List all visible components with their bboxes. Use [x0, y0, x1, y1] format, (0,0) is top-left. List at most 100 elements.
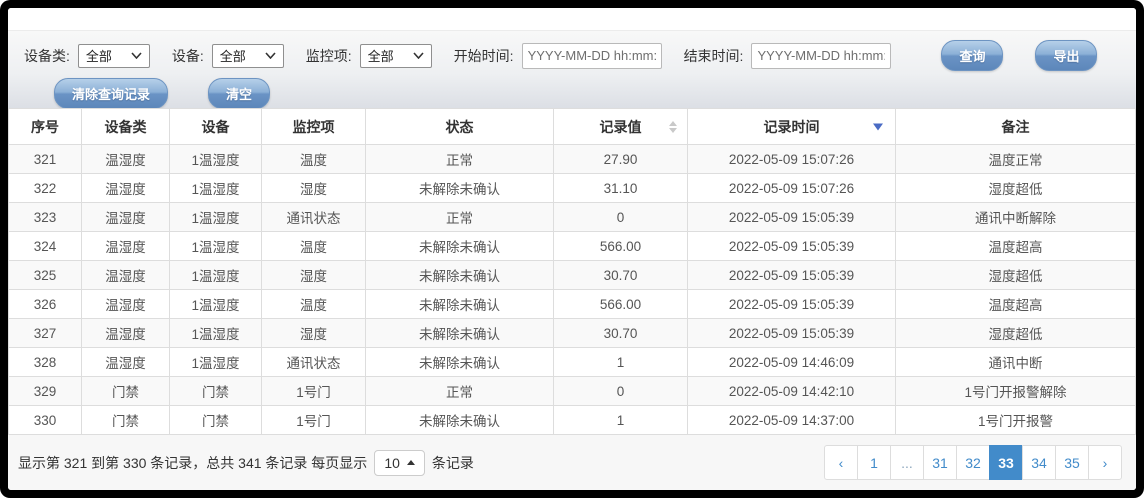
- page-next-button[interactable]: ›: [1088, 445, 1122, 480]
- table-cell: 正常: [366, 145, 554, 174]
- table-cell: 未解除未确认: [366, 406, 554, 435]
- table-row[interactable]: 325温湿度1温湿度湿度未解除未确认30.702022-05-09 15:05:…: [9, 261, 1136, 290]
- filter-bar: 设备类: 全部 设备: 全部 监控项: 全部 开始时间: 结束时间:: [8, 30, 1136, 108]
- table-cell: 326: [9, 290, 82, 319]
- table-cell: 门禁: [82, 406, 170, 435]
- table-cell: 1号门: [262, 406, 366, 435]
- table-cell: 566.00: [554, 290, 688, 319]
- footer-bar: 显示第 321 到第 330 条记录，总共 341 条记录 每页显示 10 条记…: [8, 435, 1136, 490]
- column-header-record-time[interactable]: 记录时间: [688, 109, 896, 145]
- device-select[interactable]: 全部: [212, 44, 284, 68]
- table-cell: 1温湿度: [170, 145, 262, 174]
- device-value: 全部: [220, 46, 246, 65]
- table-cell: 未解除未确认: [366, 261, 554, 290]
- table-cell: 566.00: [554, 232, 688, 261]
- monitor-item-value: 全部: [368, 46, 394, 65]
- records-table: 序号 设备类 设备 监控项 状态 记录值 记录时间 备注 321温湿: [8, 108, 1136, 435]
- table-row[interactable]: 321温湿度1温湿度温度正常27.902022-05-09 15:07:26温度…: [9, 145, 1136, 174]
- table-cell: 温度超高: [896, 290, 1136, 319]
- table-cell: 未解除未确认: [366, 174, 554, 203]
- chevron-down-icon: [265, 52, 276, 59]
- table-row[interactable]: 330门禁门禁1号门未解除未确认12022-05-09 14:37:001号门开…: [9, 406, 1136, 435]
- table-cell: 通讯状态: [262, 348, 366, 377]
- table-cell: 31.10: [554, 174, 688, 203]
- table-cell: 323: [9, 203, 82, 232]
- table-row[interactable]: 322温湿度1温湿度湿度未解除未确认31.102022-05-09 15:07:…: [9, 174, 1136, 203]
- table-cell: 温度超高: [896, 232, 1136, 261]
- table-cell: 1号门: [262, 377, 366, 406]
- table-cell: 湿度: [262, 174, 366, 203]
- table-cell: 湿度超低: [896, 261, 1136, 290]
- table-cell: 通讯状态: [262, 203, 366, 232]
- page-size-value: 10: [384, 455, 400, 471]
- end-time-label: 结束时间:: [684, 46, 744, 66]
- clear-button[interactable]: 清空: [208, 78, 270, 109]
- page-button[interactable]: 33: [989, 445, 1023, 480]
- table-cell: 温湿度: [82, 145, 170, 174]
- table-cell: 温湿度: [82, 261, 170, 290]
- table-row[interactable]: 323温湿度1温湿度通讯状态正常02022-05-09 15:05:39通讯中断…: [9, 203, 1136, 232]
- table-cell: 27.90: [554, 145, 688, 174]
- table-cell: 温湿度: [82, 203, 170, 232]
- query-button[interactable]: 查询: [941, 40, 1003, 71]
- export-button[interactable]: 导出: [1035, 40, 1097, 71]
- page-button[interactable]: 35: [1055, 445, 1089, 480]
- table-cell: 未解除未确认: [366, 290, 554, 319]
- table-cell: 温度: [262, 145, 366, 174]
- table-cell: 0: [554, 377, 688, 406]
- window-frame: 设备类: 全部 设备: 全部 监控项: 全部 开始时间: 结束时间:: [0, 0, 1144, 498]
- table-cell: 2022-05-09 15:07:26: [688, 174, 896, 203]
- table-row[interactable]: 326温湿度1温湿度温度未解除未确认566.002022-05-09 15:05…: [9, 290, 1136, 319]
- table-cell: 1号门开报警: [896, 406, 1136, 435]
- table-cell: 321: [9, 145, 82, 174]
- table-cell: 324: [9, 232, 82, 261]
- clear-query-records-button[interactable]: 清除查询记录: [54, 78, 168, 109]
- column-header-index: 序号: [9, 109, 82, 145]
- table-cell: 327: [9, 319, 82, 348]
- table-cell: 2022-05-09 14:37:00: [688, 406, 896, 435]
- table-cell: 门禁: [82, 377, 170, 406]
- page-button[interactable]: 34: [1022, 445, 1056, 480]
- page-button[interactable]: ...: [890, 445, 924, 480]
- table-cell: 2022-05-09 14:46:09: [688, 348, 896, 377]
- table-cell: 2022-05-09 15:05:39: [688, 261, 896, 290]
- page-button[interactable]: 32: [956, 445, 990, 480]
- table-cell: 325: [9, 261, 82, 290]
- table-cell: 通讯中断: [896, 348, 1136, 377]
- table-cell: 2022-05-09 15:05:39: [688, 203, 896, 232]
- table-cell: 1: [554, 348, 688, 377]
- table-row[interactable]: 327温湿度1温湿度湿度未解除未确认30.702022-05-09 15:05:…: [9, 319, 1136, 348]
- caret-up-icon: [407, 460, 415, 465]
- table-row[interactable]: 329门禁门禁1号门正常02022-05-09 14:42:101号门开报警解除: [9, 377, 1136, 406]
- device-class-value: 全部: [86, 46, 112, 65]
- chevron-down-icon: [413, 52, 424, 59]
- page-size-select[interactable]: 10: [374, 450, 425, 476]
- device-class-select[interactable]: 全部: [78, 44, 150, 68]
- sort-desc-icon[interactable]: [873, 123, 883, 130]
- table-cell: 正常: [366, 377, 554, 406]
- table-cell: 30.70: [554, 261, 688, 290]
- column-header-device-class: 设备类: [82, 109, 170, 145]
- table-cell: 湿度: [262, 261, 366, 290]
- column-header-monitor-item: 监控项: [262, 109, 366, 145]
- table-cell: 329: [9, 377, 82, 406]
- table-cell: 1温湿度: [170, 261, 262, 290]
- table-cell: 0: [554, 203, 688, 232]
- page-button[interactable]: 31: [923, 445, 957, 480]
- end-time-input[interactable]: [751, 43, 891, 69]
- table-row[interactable]: 324温湿度1温湿度温度未解除未确认566.002022-05-09 15:05…: [9, 232, 1136, 261]
- device-label: 设备:: [172, 46, 204, 66]
- monitor-item-select[interactable]: 全部: [360, 44, 432, 68]
- record-summary: 显示第 321 到第 330 条记录，总共 341 条记录 每页显示 10 条记…: [18, 450, 474, 476]
- table-cell: 1温湿度: [170, 203, 262, 232]
- table-row[interactable]: 328温湿度1温湿度通讯状态未解除未确认12022-05-09 14:46:09…: [9, 348, 1136, 377]
- start-time-input[interactable]: [522, 43, 662, 69]
- page-button[interactable]: 1: [857, 445, 891, 480]
- sort-both-icon[interactable]: [669, 121, 677, 133]
- table-cell: 通讯中断解除: [896, 203, 1136, 232]
- page-prev-button[interactable]: ‹: [824, 445, 858, 480]
- table-cell: 322: [9, 174, 82, 203]
- table-body: 321温湿度1温湿度温度正常27.902022-05-09 15:07:26温度…: [9, 145, 1136, 435]
- column-header-record-value[interactable]: 记录值: [554, 109, 688, 145]
- table-cell: 1号门开报警解除: [896, 377, 1136, 406]
